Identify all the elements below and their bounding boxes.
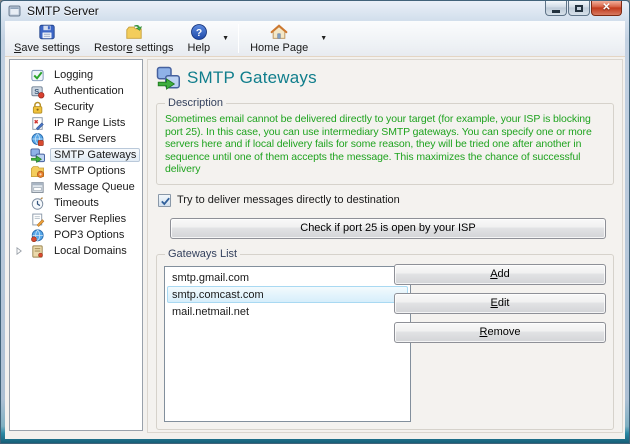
- page-title: SMTP Gateways: [187, 68, 317, 87]
- gateway-list-item-selected[interactable]: smtp.comcast.com: [167, 285, 408, 303]
- restore-settings-label: Restore settings: [94, 42, 174, 54]
- help-dropdown[interactable]: ▼: [217, 21, 234, 56]
- home-page-label: Home Page: [250, 42, 309, 54]
- add-button[interactable]: Add: [394, 263, 606, 285]
- help-button[interactable]: ? Help: [181, 21, 218, 56]
- pop3-options-icon: [31, 228, 44, 242]
- sidebar-item-label: POP3 Options: [54, 229, 125, 241]
- home-page-button[interactable]: Home Page: [243, 21, 315, 56]
- sidebar-item-smtp-gateways[interactable]: SMTP Gateways: [10, 147, 142, 163]
- logging-icon: [31, 69, 44, 81]
- sidebar-nav: Logging S Authentication Security IP Ran…: [9, 59, 143, 431]
- sidebar-item-label: IP Range Lists: [54, 117, 126, 129]
- maximize-button[interactable]: [568, 1, 590, 16]
- app-icon: [8, 5, 21, 17]
- sidebar-item-label: SMTP Options: [54, 165, 126, 177]
- remove-button[interactable]: Remove: [394, 321, 606, 343]
- close-button[interactable]: ✕: [591, 1, 622, 16]
- save-settings-button[interactable]: Save settings: [7, 21, 87, 56]
- page-header: SMTP Gateways: [154, 60, 616, 93]
- sidebar-item-label: Security: [54, 101, 94, 113]
- description-groupbox: Description Sometimes email cannot be de…: [156, 97, 614, 185]
- sidebar-item-label: Message Queue: [54, 181, 135, 193]
- timeouts-clock-icon: [31, 196, 44, 210]
- svg-text:?: ?: [196, 28, 202, 39]
- sidebar-item-smtp-options[interactable]: SMTP Options: [10, 163, 142, 179]
- gateways-listbox[interactable]: smtp.gmail.com smtp.comcast.com mail.net…: [164, 265, 411, 422]
- authentication-icon: S: [31, 85, 45, 98]
- message-queue-icon: [31, 181, 44, 193]
- sidebar-item-label: Local Domains: [54, 245, 127, 257]
- sidebar-item-message-queue[interactable]: Message Queue: [10, 179, 142, 195]
- deliver-directly-label: Try to deliver messages directly to dest…: [177, 194, 400, 206]
- sidebar-item-pop3-options[interactable]: POP3 Options: [10, 227, 142, 243]
- sidebar-item-label: Server Replies: [54, 213, 127, 225]
- sidebar-item-server-replies[interactable]: Server Replies: [10, 211, 142, 227]
- sidebar-item-security[interactable]: Security: [10, 99, 142, 115]
- save-icon: [39, 24, 55, 40]
- sidebar-item-label: Logging: [54, 69, 94, 81]
- sidebar-item-timeouts[interactable]: Timeouts: [10, 195, 142, 211]
- restore-settings-button[interactable]: Restore settings: [87, 21, 181, 56]
- description-label: Description: [165, 97, 227, 109]
- gateway-list-item[interactable]: smtp.gmail.com: [167, 269, 408, 286]
- sidebar-item-label: SMTP Gateways: [50, 148, 141, 162]
- ip-range-lists-icon: [32, 116, 44, 130]
- description-text: Sometimes email cannot be delivered dire…: [165, 113, 592, 175]
- sidebar-item-authentication[interactable]: S Authentication: [10, 83, 142, 99]
- sidebar-item-local-domains[interactable]: Local Domains: [10, 243, 142, 259]
- restore-icon: [126, 24, 142, 39]
- toolbar: Save settings Restore settings ? Help ▼ …: [5, 21, 625, 57]
- minimize-button[interactable]: [545, 1, 567, 16]
- rbl-servers-icon: [31, 132, 44, 146]
- security-lock-icon: [32, 101, 43, 114]
- home-page-dropdown[interactable]: ▼: [315, 21, 332, 56]
- smtp-options-icon: [31, 165, 45, 178]
- deliver-directly-row: Try to deliver messages directly to dest…: [158, 193, 616, 207]
- window-controls: ✕: [545, 1, 622, 16]
- server-replies-icon: [32, 213, 45, 227]
- smtp-gateways-header-icon: [156, 66, 180, 90]
- gateways-groupbox: Gateways List smtp.gmail.com smtp.comcas…: [156, 247, 614, 430]
- sidebar-item-label: RBL Servers: [54, 133, 116, 145]
- chevron-down-icon: ▼: [222, 35, 230, 42]
- gateways-list-label: Gateways List: [165, 247, 241, 260]
- content-panel: SMTP Gateways Description Sometimes emai…: [147, 59, 623, 433]
- smtp-server-window: SMTP Server ✕ Save settings Restore sett…: [0, 0, 630, 444]
- check-port-button[interactable]: Check if port 25 is open by your ISP: [170, 217, 606, 239]
- sidebar-item-label: Authentication: [54, 85, 124, 97]
- sidebar-item-rbl-servers[interactable]: RBL Servers: [10, 131, 142, 147]
- minimize-icon: [552, 9, 560, 13]
- save-settings-label: Save settings: [14, 42, 81, 54]
- sidebar-item-label: Timeouts: [54, 197, 99, 209]
- home-icon: [270, 24, 288, 39]
- checkmark-icon: [161, 197, 170, 205]
- smtp-gateways-icon: [30, 147, 45, 163]
- title-bar[interactable]: SMTP Server ✕: [1, 1, 629, 21]
- edit-button[interactable]: Edit: [394, 292, 606, 314]
- help-icon: ?: [190, 24, 207, 40]
- close-icon: ✕: [602, 2, 611, 13]
- client-area: Save settings Restore settings ? Help ▼ …: [5, 21, 625, 439]
- maximize-icon: [575, 4, 583, 12]
- toolbar-separator: [238, 24, 240, 53]
- gateway-buttons: Add Edit Remove: [394, 263, 606, 343]
- window-title: SMTP Server: [27, 4, 99, 18]
- sidebar-item-ip-range-lists[interactable]: IP Range Lists: [10, 115, 142, 131]
- expand-arrow-icon[interactable]: [15, 247, 23, 255]
- chevron-down-icon: ▼: [320, 35, 328, 42]
- help-label: Help: [187, 42, 211, 54]
- deliver-directly-checkbox[interactable]: [158, 193, 171, 207]
- local-domains-icon: [32, 244, 43, 258]
- sidebar-item-logging[interactable]: Logging: [10, 67, 142, 83]
- gateway-list-item[interactable]: mail.netmail.net: [167, 303, 408, 320]
